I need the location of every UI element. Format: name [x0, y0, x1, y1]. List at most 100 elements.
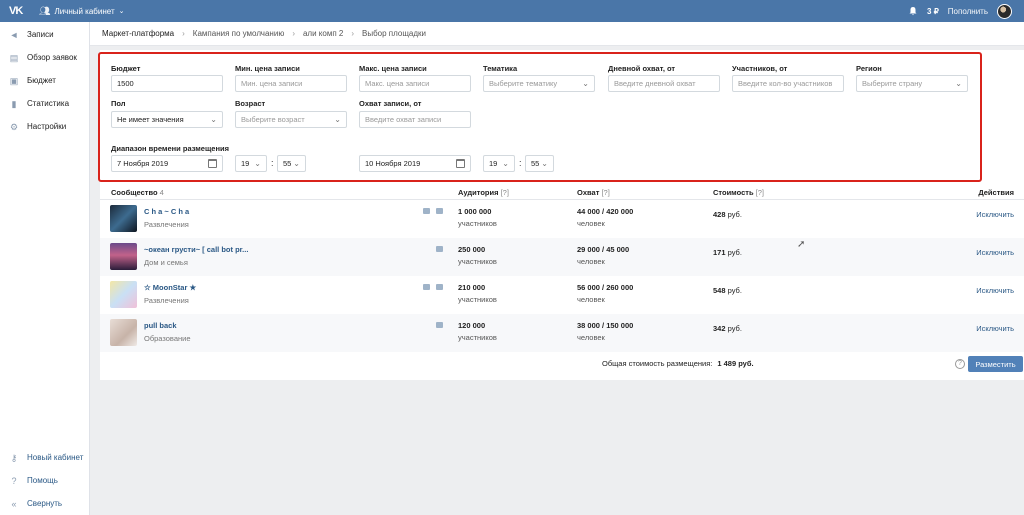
community-avatar[interactable]: [110, 319, 137, 346]
total-cost: Общая стоимость размещения: 1 489 руб.: [602, 359, 754, 368]
sidebar-item-label: Обзор заявок: [27, 53, 77, 62]
place-button[interactable]: Разместить: [968, 356, 1023, 372]
table-row: pull back Образование 120 000 участников…: [100, 314, 1024, 352]
breadcrumb: Маркет-платформа › Кампания по умолчанию…: [90, 22, 1024, 46]
exclude-button[interactable]: Исключить: [976, 324, 1014, 333]
audience-unit: участников: [458, 333, 497, 342]
key-icon: ⚷: [10, 452, 18, 463]
exclude-button[interactable]: Исключить: [976, 248, 1014, 257]
audience-unit: участников: [458, 219, 497, 228]
audience-value: 120 000: [458, 321, 486, 330]
audience-value: 250 000: [458, 245, 486, 254]
community-category: Образование: [144, 334, 191, 343]
table-row: C h a ~ C h a Развлечения 1 000 000 учас…: [100, 200, 1024, 238]
message-icon[interactable]: [423, 284, 430, 290]
sidebar-item-label: Новый кабинет: [27, 453, 84, 462]
cost-value: 342 руб.: [713, 324, 742, 333]
collapse-icon: «: [11, 498, 17, 509]
exclude-button[interactable]: Исключить: [976, 286, 1014, 295]
account-switcher[interactable]: 👥︎ Личный кабинет ⌄: [39, 6, 125, 17]
sidebar-item-settings[interactable]: ⚙ Настройки: [0, 115, 89, 138]
reach-value: 56 000 / 260 000: [577, 283, 634, 292]
stats-icon: ▮: [11, 98, 17, 109]
breadcrumb-item[interactable]: Кампания по умолчанию: [193, 29, 285, 38]
col-actions: Действия: [978, 188, 1014, 197]
community-name[interactable]: C h a ~ C h a: [144, 207, 189, 216]
community-avatar[interactable]: [110, 243, 137, 270]
megaphone-icon: ◄: [9, 29, 19, 40]
sidebar-item-requests[interactable]: ▤ Обзор заявок: [0, 46, 89, 69]
help-icon[interactable]: ?: [955, 359, 965, 369]
bar-chart-icon[interactable]: [436, 246, 443, 252]
audience-unit: участников: [458, 257, 497, 266]
sidebar: ◄ Записи ▤ Обзор заявок ▣ Бюджет ▮ Стати…: [0, 22, 90, 515]
cost-value: 548 руб.: [713, 286, 742, 295]
sidebar-item-label: Помощь: [27, 476, 58, 485]
community-category: Дом и семья: [144, 258, 188, 267]
reach-unit: человек: [577, 295, 605, 304]
reach-unit: человек: [577, 219, 605, 228]
account-label: Личный кабинет: [54, 6, 115, 16]
chevron-down-icon: ⌄: [118, 8, 125, 15]
mouse-cursor-icon: ➚: [797, 239, 806, 250]
col-cost[interactable]: Стоимость [?]: [713, 188, 764, 197]
community-category: Развлечения: [144, 220, 189, 229]
avatar[interactable]: [997, 3, 1012, 19]
requests-icon: ▤: [9, 52, 19, 63]
table-row: ☆ MoonStar ★ Развлечения 210 000 участни…: [100, 276, 1024, 314]
breadcrumb-item[interactable]: али комп 2: [303, 29, 343, 38]
table-header: Сообщество 4 Аудитория [?] Охват [?] Сто…: [100, 185, 1024, 200]
sidebar-item-label: Статистика: [27, 99, 70, 108]
community-avatar[interactable]: [110, 205, 137, 232]
sidebar-item-stats[interactable]: ▮ Статистика: [0, 92, 89, 115]
reach-value: 44 000 / 420 000: [577, 207, 634, 216]
sidebar-item-label: Свернуть: [27, 499, 63, 508]
balance-amount: 3 ₽: [927, 6, 939, 16]
sidebar-item-posts[interactable]: ◄ Записи: [0, 23, 89, 46]
reach-unit: человек: [577, 333, 605, 342]
chevron-right-icon: ›: [351, 29, 355, 38]
audience-value: 1 000 000: [458, 207, 492, 216]
chevron-right-icon: ›: [182, 29, 185, 38]
gear-icon: ⚙: [9, 121, 19, 132]
sidebar-item-budget[interactable]: ▣ Бюджет: [0, 69, 89, 92]
sidebar-item-new-cabinet[interactable]: ⚷ Новый кабинет: [0, 446, 89, 469]
community-category: Развлечения: [144, 296, 189, 305]
breadcrumb-item: Выбор площадки: [362, 29, 427, 38]
bar-chart-icon[interactable]: [436, 208, 443, 214]
community-name[interactable]: ~океан грусти~ [ call bot pr...: [144, 245, 248, 254]
topup-link[interactable]: Пополнить: [948, 7, 988, 16]
wallet-icon: ▣: [9, 75, 19, 86]
sidebar-item-collapse[interactable]: « Свернуть: [0, 492, 89, 515]
sidebar-item-label: Записи: [27, 30, 54, 39]
audience-unit: участников: [458, 295, 497, 304]
audience-value: 210 000: [458, 283, 486, 292]
vk-logo[interactable]: VK: [9, 5, 27, 17]
community-name[interactable]: ☆ MoonStar ★: [144, 283, 196, 292]
exclude-button[interactable]: Исключить: [976, 210, 1014, 219]
community-name[interactable]: pull back: [144, 321, 177, 330]
sidebar-item-help[interactable]: ? Помощь: [0, 469, 89, 492]
community-avatar[interactable]: [110, 281, 137, 308]
cost-value: 428 руб.: [713, 210, 742, 219]
bell-icon[interactable]: [908, 6, 918, 16]
reach-value: 38 000 / 150 000: [577, 321, 634, 330]
highlight-frame: [98, 52, 982, 182]
chevron-right-icon: ›: [292, 29, 295, 38]
reach-unit: человек: [577, 257, 605, 266]
sidebar-item-label: Настройки: [27, 122, 67, 131]
col-audience[interactable]: Аудитория [?]: [458, 188, 509, 197]
col-community: Сообщество 4: [111, 188, 164, 197]
breadcrumb-item[interactable]: Маркет-платформа: [102, 29, 174, 38]
bar-chart-icon[interactable]: [436, 284, 443, 290]
help-icon: ?: [11, 475, 17, 486]
col-reach[interactable]: Охват [?]: [577, 188, 610, 197]
top-bar: VK 👥︎ Личный кабинет ⌄ 3 ₽ Пополнить: [0, 0, 1024, 22]
table-row: ~океан грусти~ [ call bot pr... Дом и се…: [100, 238, 1024, 276]
bar-chart-icon[interactable]: [436, 322, 443, 328]
sidebar-item-label: Бюджет: [27, 76, 56, 85]
people-icon: 👥︎: [39, 5, 51, 16]
message-icon[interactable]: [423, 208, 430, 214]
reach-value: 29 000 / 45 000: [577, 245, 630, 254]
cost-value: 171 руб.: [713, 248, 742, 257]
